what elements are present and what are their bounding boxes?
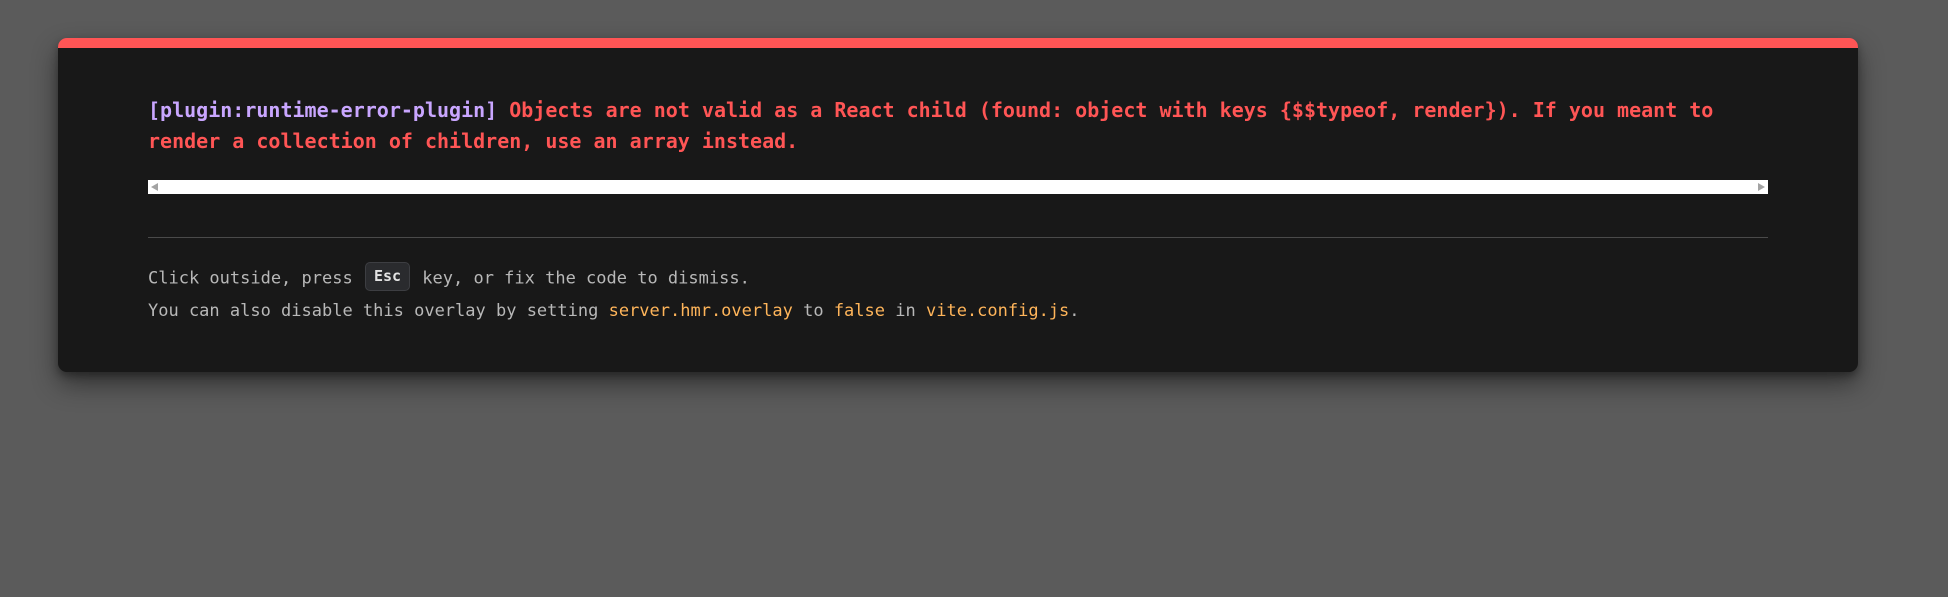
tip-text-after: key, or fix the code to dismiss.: [422, 268, 750, 289]
plugin-name: [plugin:runtime-error-plugin]: [148, 98, 498, 122]
tip-text-before: Click outside, press: [148, 268, 353, 289]
divider: [148, 237, 1768, 238]
error-message: [plugin:runtime-error-plugin] Objects ar…: [148, 95, 1788, 157]
setting-value: false: [833, 301, 885, 321]
esc-key: Esc: [364, 262, 411, 291]
scroll-left-icon[interactable]: [151, 183, 158, 191]
scroll-right-icon[interactable]: [1758, 183, 1765, 191]
config-tip-part1: You can also disable this overlay by set…: [148, 301, 599, 321]
setting-name: server.hmr.overlay: [608, 301, 793, 321]
horizontal-scrollbar[interactable]: [148, 180, 1768, 194]
config-tip-part3: in: [895, 301, 916, 321]
config-file-name: vite.config.js: [925, 301, 1070, 321]
config-tip-part2: to: [803, 301, 824, 321]
dismiss-tip: Click outside, press Esc key, or fix the…: [148, 262, 750, 293]
error-overlay-window: [plugin:runtime-error-plugin] Objects ar…: [58, 38, 1858, 372]
config-tip: You can also disable this overlay by set…: [148, 301, 1080, 321]
config-tip-end: .: [1069, 301, 1080, 321]
